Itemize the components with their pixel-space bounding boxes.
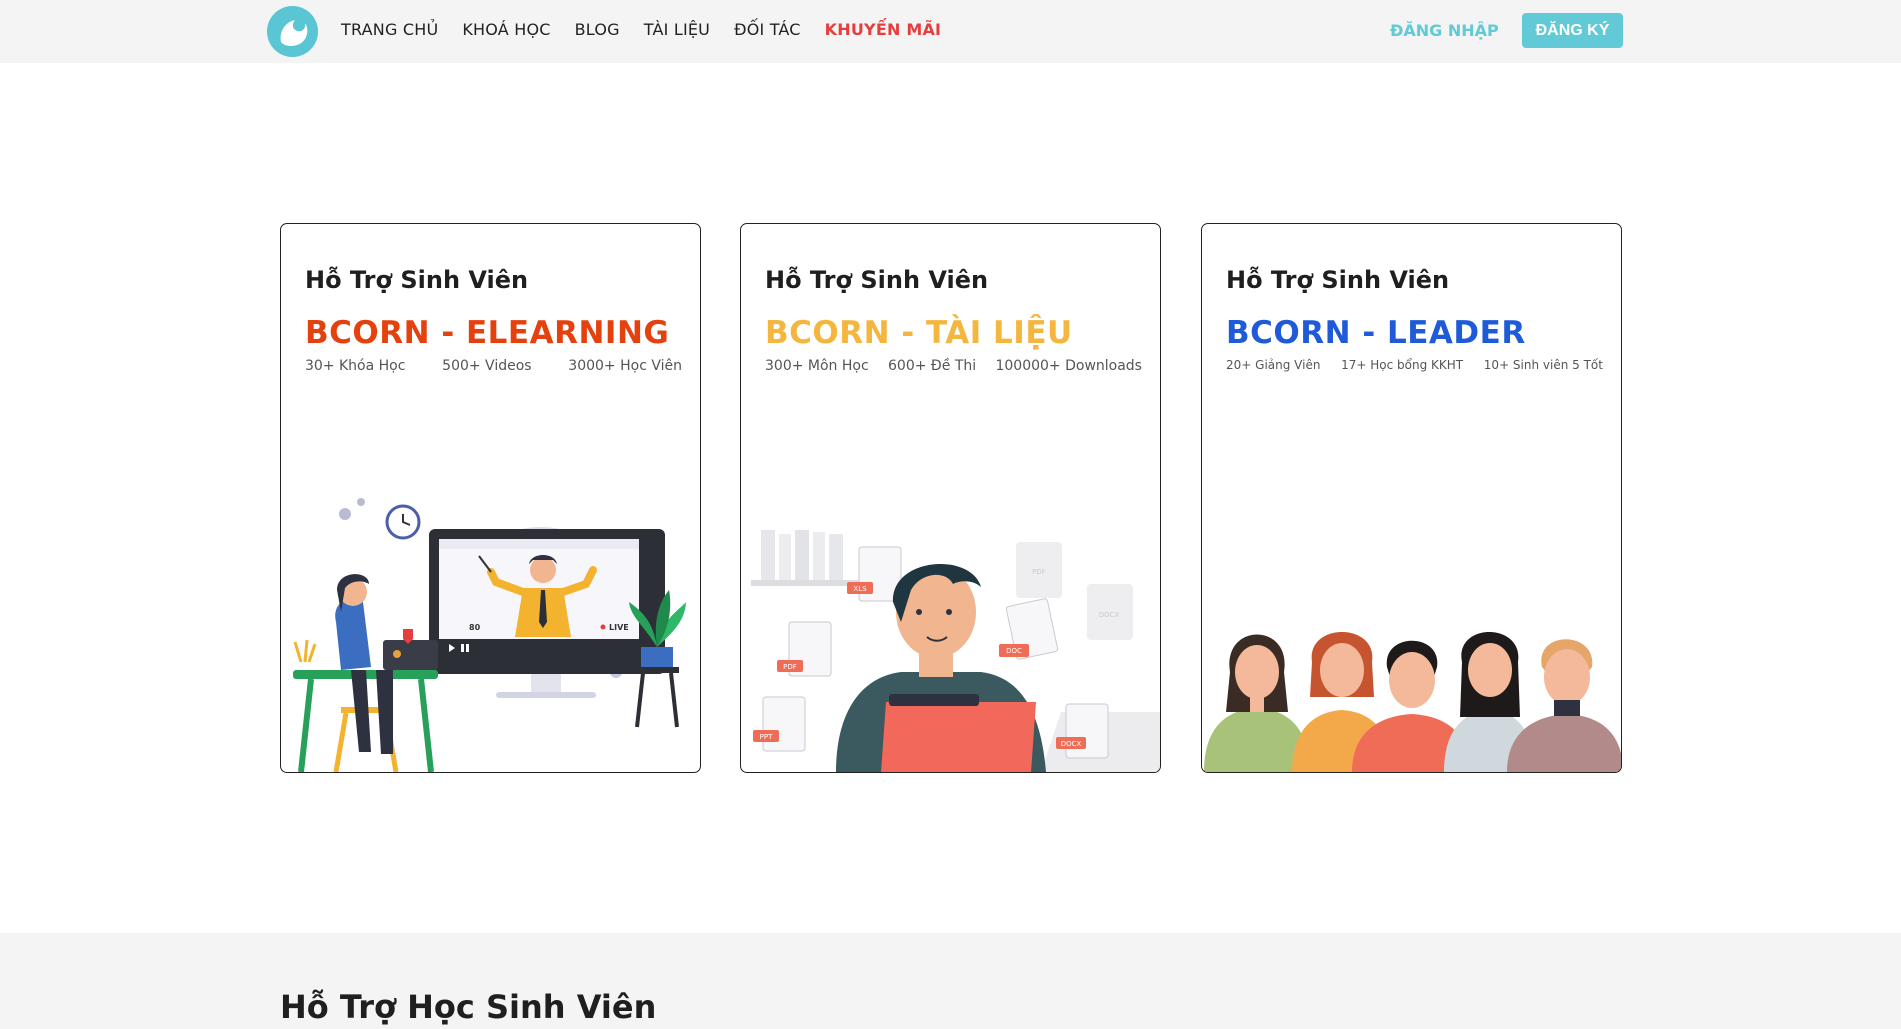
card-leader[interactable]: Hỗ Trợ Sinh Viên BCORN - LEADER 20+ Giản… <box>1201 223 1622 773</box>
file-tag-docx-faded: DOCX <box>1099 611 1120 619</box>
login-link[interactable]: ĐĂNG NHẬP <box>1390 21 1499 40</box>
viewer-count: 80 <box>469 623 481 632</box>
stat-videos: 500+ Videos <box>442 358 532 374</box>
nav-home[interactable]: TRANG CHỦ <box>341 20 438 39</box>
bcorn-logo[interactable] <box>267 6 318 57</box>
signup-button[interactable]: ĐĂNG KÝ <box>1522 13 1623 48</box>
file-tag-doc: DOC <box>1006 647 1022 655</box>
card-elearning[interactable]: Hỗ Trợ Sinh Viên BCORN - ELEARNING 30+ K… <box>280 223 701 773</box>
stat-downloads: 100000+ Downloads <box>995 358 1142 374</box>
card-subtitle: Hỗ Trợ Sinh Viên <box>1226 266 1450 294</box>
documents-illustration: XLS PDF DOC PPT DOCX PDF DOCX <box>751 530 1160 772</box>
support-section: Hỗ Trợ Học Sinh Viên <box>0 933 1901 1029</box>
nav-promotions[interactable]: KHUYẾN MÃI <box>825 20 942 39</box>
file-tag-ppt: PPT <box>760 733 773 741</box>
card-documents[interactable]: Hỗ Trợ Sinh Viên BCORN - TÀI LIỆU 300+ M… <box>740 223 1161 773</box>
card-title: BCORN - TÀI LIỆU <box>765 315 1073 351</box>
nav-partners[interactable]: ĐỐI TÁC <box>734 20 801 39</box>
elearning-illustration: 80 LIVE <box>293 498 686 772</box>
card-stats: 300+ Môn Học 600+ Đề Thi 100000+ Downloa… <box>765 358 1142 374</box>
card-stats: 20+ Giảng Viên 17+ Học bổng KKHT 10+ Sin… <box>1226 358 1603 372</box>
card-subtitle: Hỗ Trợ Sinh Viên <box>305 266 529 294</box>
stat-lecturers: 20+ Giảng Viên <box>1226 358 1321 372</box>
stat-subjects: 300+ Môn Học <box>765 358 869 374</box>
nav-courses[interactable]: KHOÁ HỌC <box>462 20 550 39</box>
stat-scholarships: 17+ Học bổng KKHT <box>1341 358 1464 372</box>
stat-students: 3000+ Học Viên <box>568 358 682 374</box>
stat-five-good: 10+ Sinh viên 5 Tốt <box>1483 358 1603 372</box>
file-tag-pdf-faded: PDF <box>1032 568 1046 576</box>
nav-blog[interactable]: BLOG <box>575 20 620 39</box>
file-tag-docx: DOCX <box>1061 740 1082 748</box>
card-title: BCORN - ELEARNING <box>305 315 670 351</box>
card-subtitle: Hỗ Trợ Sinh Viên <box>765 266 989 294</box>
section-heading: Hỗ Trợ Học Sinh Viên <box>280 988 657 1026</box>
card-stats: 30+ Khóa Học 500+ Videos 3000+ Học Viên <box>305 358 682 374</box>
live-label: LIVE <box>609 623 629 632</box>
nav-documents[interactable]: TÀI LIỆU <box>644 20 710 39</box>
leader-illustration <box>1204 632 1621 772</box>
file-tag-xls: XLS <box>853 585 867 593</box>
main-nav: TRANG CHỦ KHOÁ HỌC BLOG TÀI LIỆU ĐỐI TÁC… <box>341 20 941 39</box>
file-tag-pdf: PDF <box>783 663 797 671</box>
card-title: BCORN - LEADER <box>1226 315 1526 351</box>
stat-courses: 30+ Khóa Học <box>305 358 406 374</box>
top-navbar: TRANG CHỦ KHOÁ HỌC BLOG TÀI LIỆU ĐỐI TÁC… <box>0 0 1901 63</box>
stat-exams: 600+ Đề Thi <box>888 358 977 374</box>
